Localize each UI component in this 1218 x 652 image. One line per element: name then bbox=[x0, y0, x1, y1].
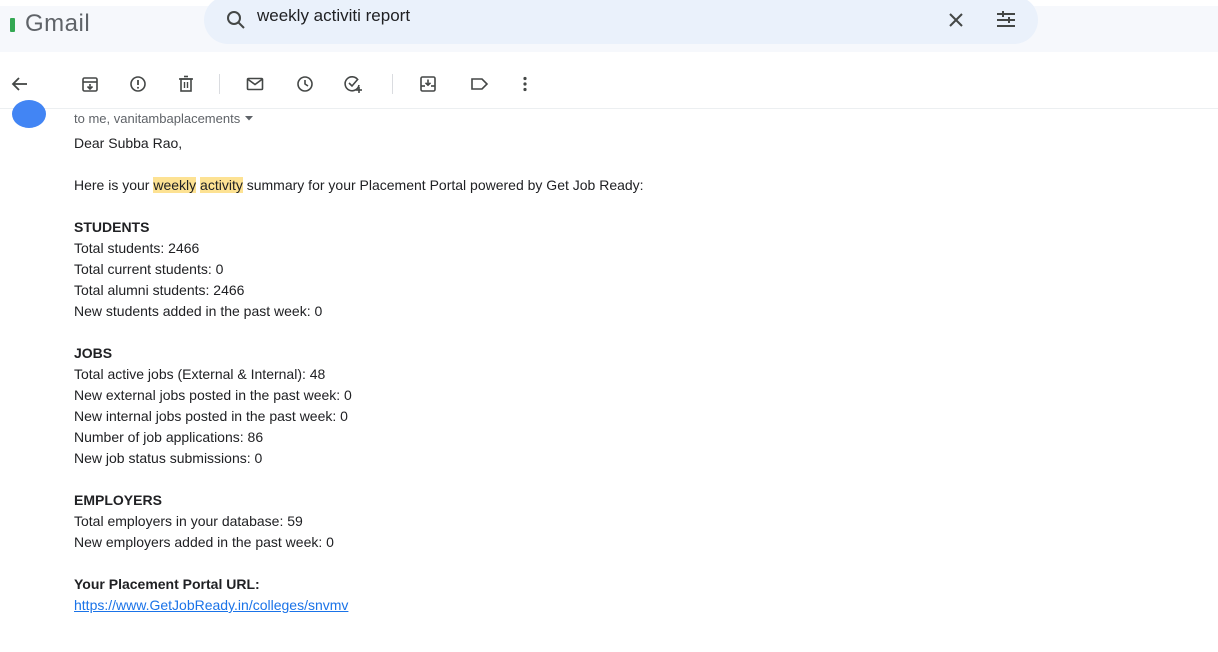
label-icon[interactable] bbox=[467, 72, 491, 96]
snooze-icon[interactable] bbox=[293, 72, 317, 96]
app-name: Gmail bbox=[25, 10, 91, 37]
stat-line: Total alumni students: 2466 bbox=[74, 282, 245, 298]
email-body: to me, vanitambaplacements Dear Subba Ra… bbox=[74, 109, 1174, 616]
move-to-icon[interactable] bbox=[416, 72, 440, 96]
stat-line: New internal jobs posted in the past wee… bbox=[74, 408, 348, 424]
students-section: STUDENTS Total students: 2466 Total curr… bbox=[74, 217, 1174, 322]
search-options-icon[interactable] bbox=[994, 8, 1018, 32]
stat-line: Total current students: 0 bbox=[74, 261, 224, 277]
report-spam-icon[interactable] bbox=[126, 72, 150, 96]
toolbar-separator bbox=[392, 74, 393, 94]
portal-url-link[interactable]: https://www.GetJobReady.in/colleges/snvm… bbox=[74, 597, 348, 613]
toolbar-separator bbox=[219, 74, 220, 94]
search-highlight: weekly bbox=[153, 177, 197, 193]
section-heading: Your Placement Portal URL: bbox=[74, 576, 260, 592]
search-input[interactable]: weekly activiti report bbox=[257, 6, 410, 26]
search-highlight: activity bbox=[200, 177, 243, 193]
section-heading: STUDENTS bbox=[74, 219, 150, 235]
stat-line: New external jobs posted in the past wee… bbox=[74, 387, 352, 403]
stat-line: Total students: 2466 bbox=[74, 240, 200, 256]
stat-line: Number of job applications: 86 bbox=[74, 429, 264, 445]
sender-avatar[interactable] bbox=[12, 100, 46, 128]
gmail-logo[interactable]: Gmail bbox=[10, 4, 90, 44]
add-task-icon[interactable] bbox=[341, 72, 365, 96]
greeting: Dear Subba Rao, bbox=[74, 135, 183, 151]
intro-paragraph: Here is your weekly activity summary for… bbox=[74, 175, 1174, 196]
stat-line: New students added in the past week: 0 bbox=[74, 303, 323, 319]
archive-icon[interactable] bbox=[78, 72, 102, 96]
more-vert-icon[interactable] bbox=[513, 72, 537, 96]
back-arrow-icon[interactable] bbox=[8, 72, 32, 96]
section-heading: EMPLOYERS bbox=[74, 492, 162, 508]
recipients-text: to me, vanitambaplacements bbox=[74, 110, 241, 126]
stat-line: Total active jobs (External & Internal):… bbox=[74, 366, 326, 382]
jobs-section: JOBS Total active jobs (External & Inter… bbox=[74, 343, 1174, 469]
intro-before: Here is your bbox=[74, 177, 154, 193]
gmail-logo-icon bbox=[10, 18, 15, 32]
section-heading: JOBS bbox=[74, 345, 113, 361]
search-icon[interactable] bbox=[224, 8, 248, 32]
portal-section: Your Placement Portal URL: https://www.G… bbox=[74, 574, 1174, 616]
stat-line: New employers added in the past week: 0 bbox=[74, 534, 334, 550]
top-header: Gmail weekly activiti report bbox=[0, 0, 1218, 52]
close-icon[interactable] bbox=[944, 8, 968, 32]
intro-after: summary for your Placement Portal powere… bbox=[242, 177, 644, 193]
chevron-down-icon[interactable] bbox=[244, 113, 254, 123]
delete-icon[interactable] bbox=[174, 72, 198, 96]
search-bar[interactable]: weekly activiti report bbox=[204, 0, 1038, 44]
stat-line: Total employers in your database: 59 bbox=[74, 513, 303, 529]
stat-line: New job status submissions: 0 bbox=[74, 450, 263, 466]
message-toolbar bbox=[0, 62, 1218, 106]
mark-unread-icon[interactable] bbox=[243, 72, 267, 96]
recipients-line[interactable]: to me, vanitambaplacements bbox=[74, 109, 1174, 127]
employers-section: EMPLOYERS Total employers in your databa… bbox=[74, 490, 1174, 553]
